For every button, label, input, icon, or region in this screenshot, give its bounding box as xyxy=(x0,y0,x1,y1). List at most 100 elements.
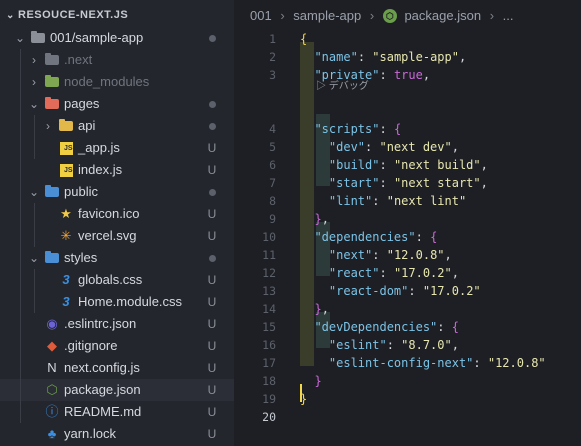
modified-dot-icon xyxy=(206,181,218,203)
tree-item-label: .eslintrc.json xyxy=(64,316,137,331)
code-token: "next dev" xyxy=(379,140,452,154)
code-line: "react-dom": "17.0.2" xyxy=(300,282,481,300)
code-line: }, xyxy=(300,210,328,228)
tree-item-home-module-css[interactable]: 3 Home.module.css U xyxy=(0,291,234,313)
code-token: "name" xyxy=(314,50,358,64)
breadcrumb-separator-icon: › xyxy=(280,7,285,23)
git-status-badge: U xyxy=(207,339,217,353)
git-status-badge: U xyxy=(207,317,217,331)
chevron-down-icon[interactable]: ⌄ xyxy=(28,93,40,115)
api-folder-icon xyxy=(58,115,74,137)
breadcrumb-item-package-json[interactable]: package.json xyxy=(404,1,481,31)
tree-item-label: styles xyxy=(64,250,98,265)
code-line: } xyxy=(300,372,322,390)
breadcrumb: 001 › sample-app › ⬡ package.json › ... xyxy=(234,0,581,30)
git-status-badge: U xyxy=(207,207,217,221)
tree-item-readme-md[interactable]: ⓘ README.md U xyxy=(0,401,234,423)
chevron-down-icon[interactable]: ⌄ xyxy=(28,247,40,269)
breadcrumb-item-sample-app[interactable]: sample-app xyxy=(293,1,361,31)
tree-item-label: yarn.lock xyxy=(64,426,117,441)
code-token: "private" xyxy=(314,68,380,82)
vscode-window: ⌄ RESOUCE-NEXT.JS ⌄ 001/sample-app › .next › n… xyxy=(0,0,581,446)
tree-item-label: package.json xyxy=(64,382,141,397)
code-token: "react" xyxy=(328,266,380,280)
line-number: 20 xyxy=(262,410,276,424)
line-number: 16 xyxy=(262,338,276,352)
tree-item-label: node_modules xyxy=(64,74,150,89)
tree-item-next[interactable]: › .next xyxy=(0,49,234,71)
tree-item-label: 001/sample-app xyxy=(50,30,144,45)
line-number: 19 xyxy=(262,392,276,406)
code-token: "dev" xyxy=(328,140,366,154)
tree-item-vercel-svg[interactable]: ✳ vercel.svg U xyxy=(0,225,234,247)
tree-item-package-json[interactable]: ⬡ package.json U xyxy=(0,379,234,401)
breadcrumb-item-001[interactable]: 001 xyxy=(250,1,272,31)
chevron-down-icon[interactable]: ⌄ xyxy=(28,181,40,203)
tree-item-favicon-ico[interactable]: ★ favicon.ico U xyxy=(0,203,234,225)
code-token: "react-dom" xyxy=(328,284,409,298)
code-line: "devDependencies": { xyxy=(300,318,459,336)
code-token: "8.7.0" xyxy=(401,338,452,352)
breadcrumb-separator-icon: › xyxy=(369,7,375,23)
yarn-file-icon: ♣ xyxy=(47,426,57,441)
code-token: : xyxy=(473,356,488,370)
line-number: 6 xyxy=(269,158,276,172)
tree-item-app-js[interactable]: JS _app.js U xyxy=(0,137,234,159)
git-status-badge: U xyxy=(207,295,217,309)
tree-item-styles[interactable]: ⌄ styles xyxy=(0,247,234,269)
code-line: "eslint-config-next": "12.0.8" xyxy=(300,354,546,372)
styles-folder-icon xyxy=(44,247,60,269)
code-token: : xyxy=(379,176,394,190)
code-token: : xyxy=(379,68,394,82)
code-token: : xyxy=(357,50,373,64)
tree-item-node-modules[interactable]: › node_modules xyxy=(0,71,234,93)
code-token: { xyxy=(300,32,308,46)
tree-item-public[interactable]: ⌄ public xyxy=(0,181,234,203)
node-package-icon: ⬡ xyxy=(382,8,397,23)
tree-indent-guide xyxy=(34,269,35,313)
folder-icon xyxy=(44,49,60,71)
chevron-right-icon[interactable]: › xyxy=(42,115,54,137)
code-token: "eslint" xyxy=(328,338,387,352)
code-token: : xyxy=(372,248,387,262)
tree-item-index-js[interactable]: JS index.js U xyxy=(0,159,234,181)
line-number: 8 xyxy=(269,194,276,208)
css-file-icon: 3 xyxy=(62,294,70,309)
tree-item-001-sample-app[interactable]: ⌄ 001/sample-app xyxy=(0,27,234,49)
tree-item-globals-css[interactable]: 3 globals.css U xyxy=(0,269,234,291)
chevron-right-icon[interactable]: › xyxy=(28,49,40,71)
breadcrumb-item-more[interactable]: ... xyxy=(503,1,514,31)
tree-item-eslintrc-json[interactable]: ◉ .eslintrc.json U xyxy=(0,313,234,335)
code-token: { xyxy=(393,122,402,136)
code-token: } xyxy=(314,374,322,388)
line-number: 4 xyxy=(269,122,276,136)
explorer-root-header[interactable]: ⌄ RESOUCE-NEXT.JS xyxy=(0,0,234,30)
modified-dot-icon xyxy=(206,115,218,137)
tree-item-pages[interactable]: ⌄ pages xyxy=(0,93,234,115)
tree-item-api[interactable]: › api xyxy=(0,115,234,137)
git-status-badge: U xyxy=(207,405,217,419)
code-line: "scripts": { xyxy=(300,120,401,138)
tree-item-label: pages xyxy=(64,96,100,111)
code-token: , xyxy=(321,302,329,316)
code-token: "17.0.2" xyxy=(393,266,452,280)
chevron-right-icon[interactable]: › xyxy=(28,71,40,93)
git-file-icon: ◆ xyxy=(47,338,57,353)
tree-item-gitignore[interactable]: ◆ .gitignore U xyxy=(0,335,234,357)
code-token: } xyxy=(314,302,322,316)
info-file-icon: ⓘ xyxy=(45,404,59,419)
chevron-down-icon[interactable]: ⌄ xyxy=(14,27,26,49)
code-line: { xyxy=(300,30,307,48)
tree-item-yarn-lock[interactable]: ♣ yarn.lock U xyxy=(0,423,234,445)
code-token: "scripts" xyxy=(314,122,380,136)
git-status-badge: U xyxy=(207,273,217,287)
code-token: : xyxy=(408,284,423,298)
code-token: "start" xyxy=(328,176,380,190)
tree-indent-guide xyxy=(34,203,35,247)
code-token: , xyxy=(451,266,459,280)
tree-item-next-config-js[interactable]: Nnext.config.js U xyxy=(0,357,234,379)
